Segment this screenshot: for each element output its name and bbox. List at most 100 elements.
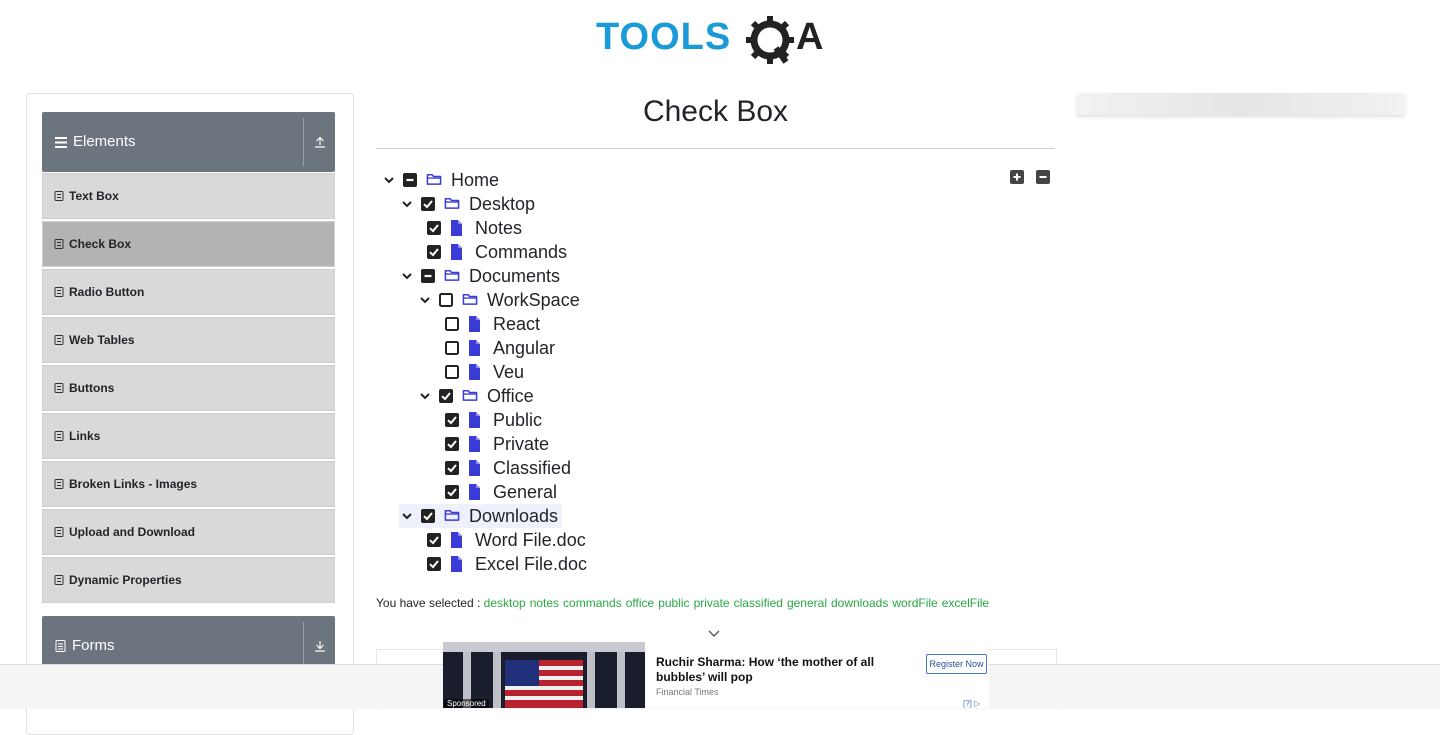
tree-node-react[interactable]: React (445, 312, 540, 336)
tree-node-notes[interactable]: Notes (427, 216, 522, 240)
tree-node-commands[interactable]: Commands (427, 240, 567, 264)
ad-choices-label: [?] (963, 699, 972, 708)
selected-item: wordFile (892, 596, 938, 610)
tree-node-label[interactable]: General (493, 482, 557, 503)
chevron-down-icon[interactable] (399, 268, 415, 284)
tree-node-public[interactable]: Public (445, 408, 542, 432)
tree-node-label[interactable]: Downloads (469, 506, 558, 527)
tree-node-angular[interactable]: Angular (445, 336, 555, 360)
menu-item-text-box[interactable]: Text Box (42, 173, 335, 219)
selected-item: excelFile (941, 596, 990, 610)
tree-node-label[interactable]: WorkSpace (487, 290, 580, 311)
checkbox-checked-icon[interactable] (421, 509, 435, 523)
menu-item-upload-download[interactable]: Upload and Download (42, 509, 335, 555)
menu-item-radio-button[interactable]: Radio Button (42, 269, 335, 315)
tree-node-label[interactable]: Excel File.doc (475, 554, 587, 575)
checkbox-checked-icon[interactable] (427, 533, 441, 547)
tree-node-desktop[interactable]: Desktop (399, 192, 535, 216)
file-icon (450, 556, 466, 572)
expand-all-icon[interactable] (1010, 170, 1024, 184)
chevron-down-icon[interactable] (417, 292, 433, 308)
tree-node-label[interactable]: Angular (493, 338, 555, 359)
checkbox-checked-icon[interactable] (445, 485, 459, 499)
tree-node-general[interactable]: General (445, 480, 557, 504)
tree-node-label[interactable]: React (493, 314, 540, 335)
svg-text:A: A (796, 16, 823, 58)
page-title: Check Box (642, 95, 789, 128)
collapse-all-icon[interactable] (1036, 170, 1050, 184)
checkbox-partial-icon[interactable] (421, 269, 435, 283)
register-now-button[interactable]: Register Now (926, 654, 987, 674)
tree-node-office[interactable]: Office (417, 384, 534, 408)
folder-icon (426, 172, 442, 188)
tree-node-label[interactable]: Private (493, 434, 549, 455)
ad-headline[interactable]: Ruchir Sharma: How ‘the mother of all bu… (656, 655, 906, 685)
chevron-down-icon[interactable] (399, 508, 415, 524)
tree-node-label[interactable]: Veu (493, 362, 524, 383)
checkbox-checked-icon[interactable] (427, 557, 441, 571)
sponsored-label: Sponsored (444, 699, 489, 708)
checkbox-checked-icon[interactable] (427, 245, 441, 259)
menu-item-links[interactable]: Links (42, 413, 335, 459)
tree-node-word-file-doc[interactable]: Word File.doc (427, 528, 586, 552)
toolsqa-logo[interactable]: TOOLS A (596, 12, 840, 68)
tree-node-veu[interactable]: Veu (445, 360, 524, 384)
menu-item-buttons[interactable]: Buttons (42, 365, 335, 411)
tree-node-label[interactable]: Home (451, 170, 499, 191)
list-icon (54, 575, 64, 585)
result-text: You have selected : desktop notes commands… (376, 596, 993, 610)
tree-node-label[interactable]: Office (487, 386, 534, 407)
file-icon (468, 460, 484, 476)
tree-node-label[interactable]: Word File.doc (475, 530, 586, 551)
chevron-down-icon[interactable] (399, 196, 415, 212)
checkbox-checked-icon[interactable] (421, 197, 435, 211)
checkbox-unchecked-icon[interactable] (445, 317, 459, 331)
ad-source: Financial Times (656, 687, 719, 697)
checkbox-checked-icon[interactable] (445, 437, 459, 451)
list-icon (54, 287, 64, 297)
checkbox-unchecked-icon[interactable] (445, 365, 459, 379)
folder-icon (444, 508, 460, 524)
checkbox-partial-icon[interactable] (403, 173, 417, 187)
group-header-elements[interactable]: Elements (42, 112, 335, 172)
bars-icon (55, 136, 67, 148)
ad-choices-icon[interactable]: [?] ▷ (963, 699, 980, 708)
tree-node-home[interactable]: Home (381, 168, 499, 192)
file-icon (450, 220, 466, 236)
tree-node-workspace[interactable]: WorkSpace (417, 288, 580, 312)
checkbox-checked-icon[interactable] (445, 413, 459, 427)
checkbox-checked-icon[interactable] (439, 389, 453, 403)
tree-node-classified[interactable]: Classified (445, 456, 571, 480)
chevron-down-icon[interactable] (417, 388, 433, 404)
tree-node-label[interactable]: Commands (475, 242, 567, 263)
checkbox-unchecked-icon[interactable] (445, 341, 459, 355)
menu-item-check-box[interactable]: Check Box (42, 221, 335, 267)
tree-node-label[interactable]: Documents (469, 266, 560, 287)
chevron-down-icon[interactable] (381, 172, 397, 188)
tree-node-private[interactable]: Private (445, 432, 549, 456)
menu-item-label: Text Box (69, 189, 119, 203)
tree-node-label[interactable]: Notes (475, 218, 522, 239)
tree-node-downloads[interactable]: Downloads (399, 504, 563, 528)
menu-item-broken-links[interactable]: Broken Links - Images (42, 461, 335, 507)
menu-item-dynamic-properties[interactable]: Dynamic Properties (42, 557, 335, 603)
group-label: Elements (73, 133, 136, 150)
file-icon (468, 484, 484, 500)
side-ad-banner[interactable] (1077, 93, 1405, 115)
collapse-arrow-icon[interactable] (304, 112, 335, 172)
selected-item: public (658, 596, 690, 610)
tree-node-excel-file-doc[interactable]: Excel File.doc (427, 552, 587, 576)
checkbox-checked-icon[interactable] (445, 461, 459, 475)
left-panel: Elements Text Box Check Box Radio Button… (26, 93, 354, 735)
checkbox-checked-icon[interactable] (427, 221, 441, 235)
elements-menu: Text Box Check Box Radio Button Web Tabl… (42, 173, 335, 605)
tree-node-label[interactable]: Desktop (469, 194, 535, 215)
tree-node-label[interactable]: Classified (493, 458, 571, 479)
menu-item-web-tables[interactable]: Web Tables (42, 317, 335, 363)
tree-node-documents[interactable]: Documents (399, 264, 560, 288)
checkbox-unchecked-icon[interactable] (439, 293, 453, 307)
tree-node-label[interactable]: Public (493, 410, 542, 431)
file-icon (468, 340, 484, 356)
chevron-down-icon[interactable] (707, 628, 721, 640)
folder-icon (462, 292, 478, 308)
